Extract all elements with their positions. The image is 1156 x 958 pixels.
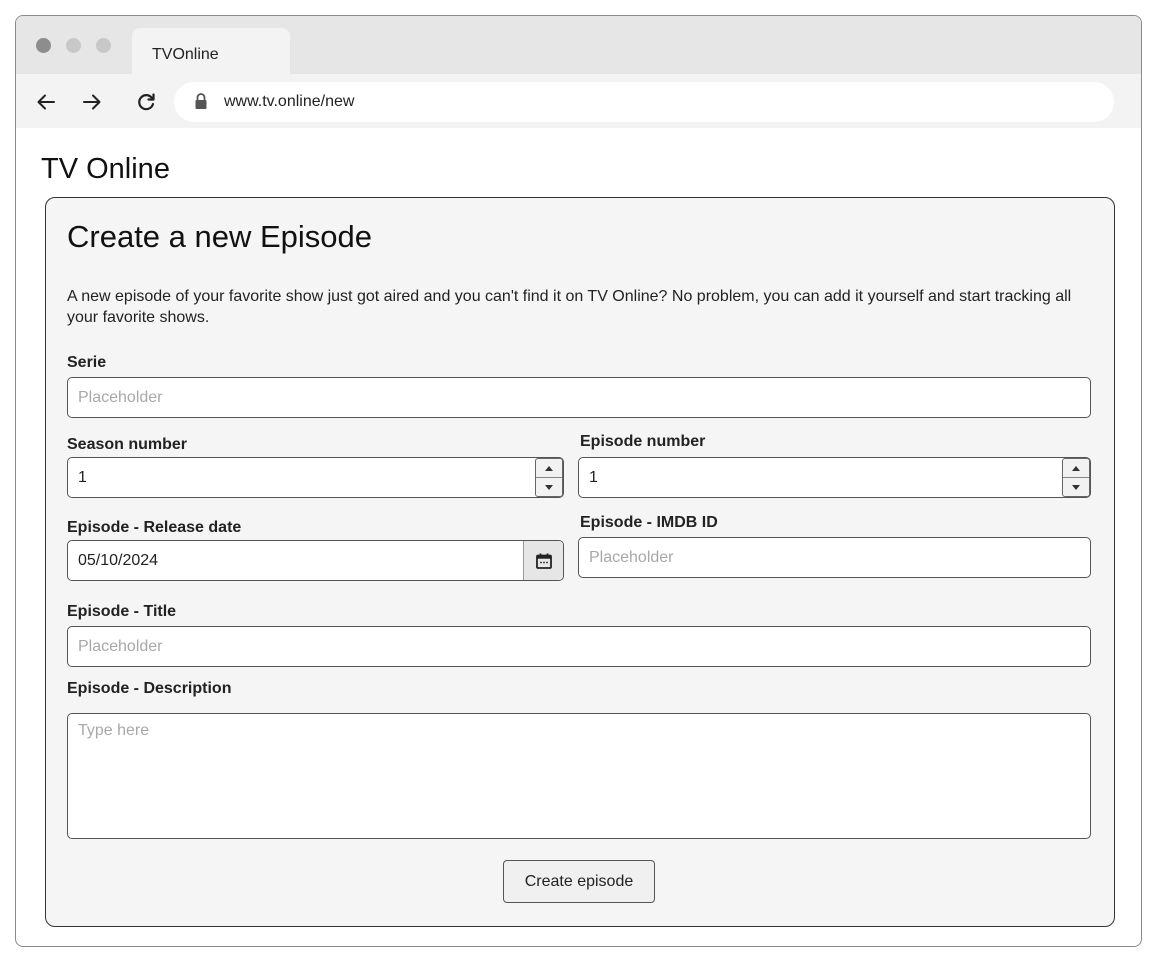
season-number-stepper[interactable]	[535, 458, 563, 497]
serie-input[interactable]	[67, 377, 1091, 418]
episode-number-input[interactable]	[578, 457, 1091, 498]
form-intro: A new episode of your favorite show just…	[67, 288, 1072, 326]
form-title: Create a new Episode	[67, 219, 373, 254]
tab-bar: TVOnline	[16, 16, 1141, 74]
caret-down-icon[interactable]	[1063, 478, 1089, 497]
episode-number-label: Episode number	[580, 433, 706, 450]
arrow-right-icon[interactable]	[80, 90, 104, 114]
address-bar: www.tv.online/new	[16, 74, 1141, 128]
app-title: TV Online	[41, 153, 170, 185]
episode-description-textarea[interactable]	[67, 713, 1091, 839]
release-date-input[interactable]	[67, 540, 564, 581]
browser-tab[interactable]: TVOnline	[132, 28, 290, 74]
imdb-id-input[interactable]	[578, 537, 1091, 578]
imdb-id-label: Episode - IMDB ID	[580, 514, 718, 531]
episode-description-label: Episode - Description	[67, 680, 232, 697]
caret-down-icon[interactable]	[536, 478, 562, 497]
serie-label: Serie	[67, 354, 107, 371]
browser-window: TVOnline www.tv.online/new TV Online Cre…	[15, 15, 1142, 947]
url-text: www.tv.online/new	[224, 93, 355, 110]
calendar-icon[interactable]	[523, 541, 563, 580]
release-date-label: Episode - Release date	[67, 519, 242, 536]
season-number-input[interactable]	[67, 457, 564, 498]
create-episode-button[interactable]: Create episode	[503, 860, 655, 903]
window-close-dot[interactable]	[36, 38, 51, 53]
create-episode-form: Create a new Episode A new episode of yo…	[45, 197, 1115, 927]
window-minimize-dot[interactable]	[66, 38, 81, 53]
window-maximize-dot[interactable]	[96, 38, 111, 53]
url-field[interactable]: www.tv.online/new	[174, 82, 1114, 122]
tab-title: TVOnline	[152, 46, 219, 63]
lock-icon	[194, 92, 208, 110]
reload-icon[interactable]	[134, 90, 158, 114]
caret-up-icon[interactable]	[536, 459, 562, 478]
caret-up-icon[interactable]	[1063, 459, 1089, 478]
arrow-left-icon[interactable]	[34, 90, 58, 114]
episode-title-label: Episode - Title	[67, 603, 177, 620]
season-number-label: Season number	[67, 436, 188, 453]
episode-number-stepper[interactable]	[1062, 458, 1090, 497]
episode-title-input[interactable]	[67, 626, 1091, 667]
